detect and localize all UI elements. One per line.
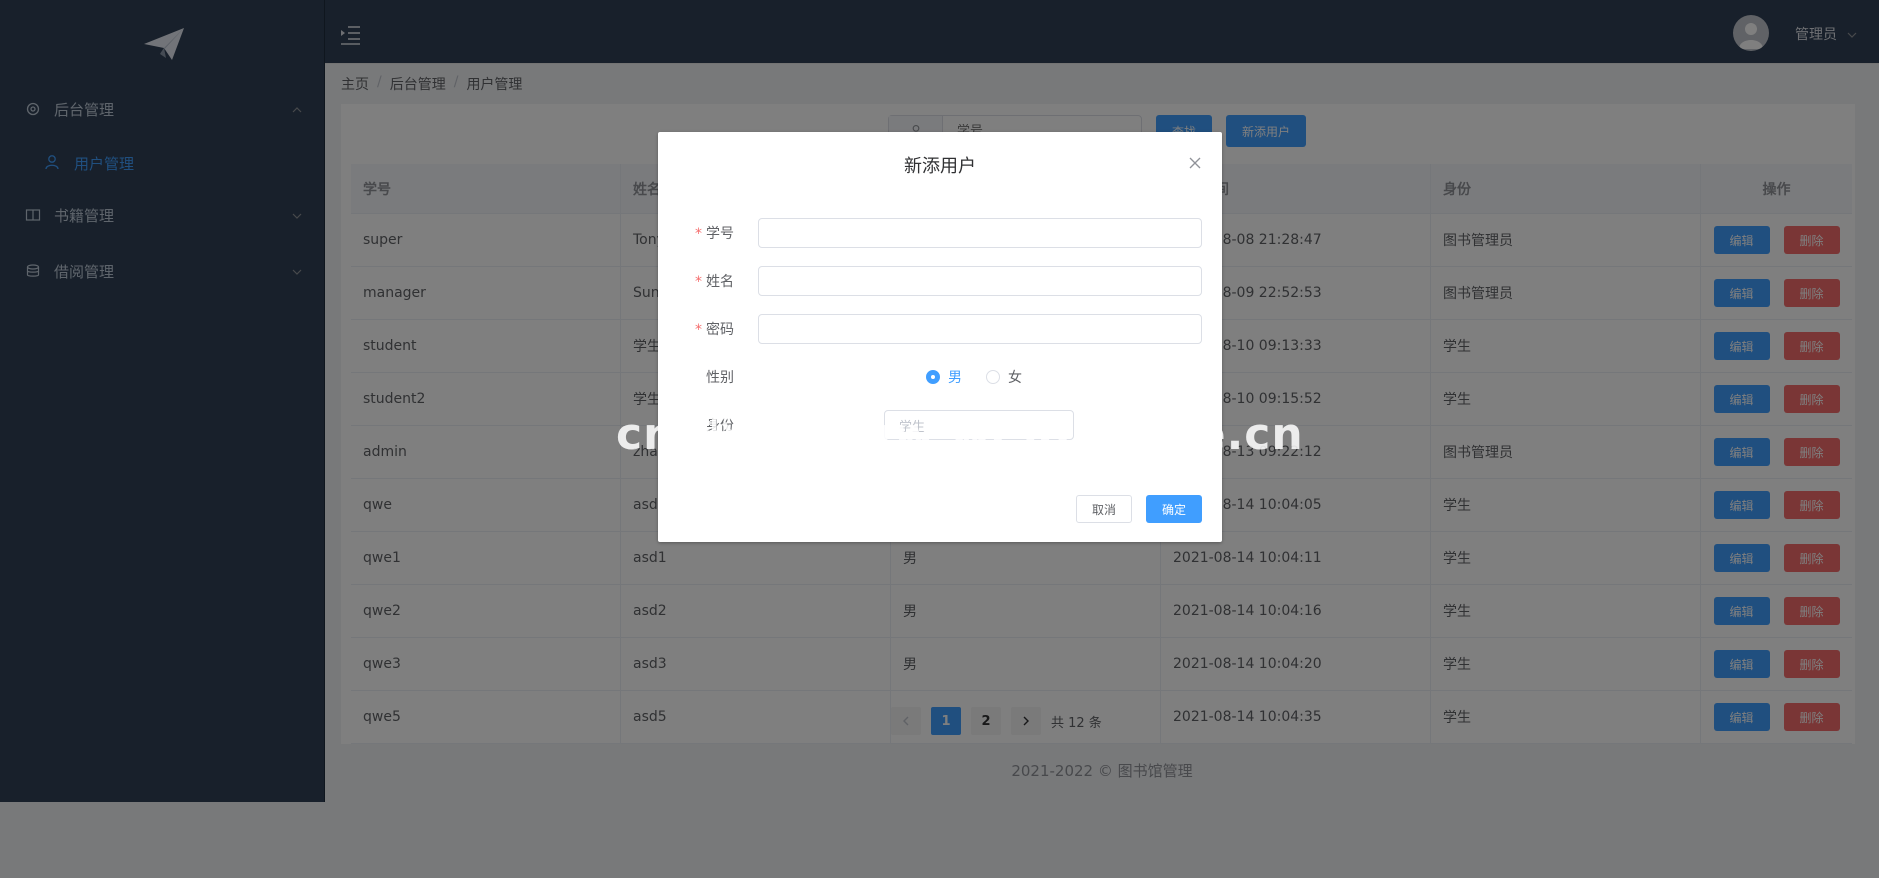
form-row-name: * 姓名 bbox=[658, 266, 1222, 296]
id-field[interactable] bbox=[758, 218, 1202, 248]
password-field[interactable] bbox=[758, 314, 1202, 344]
form-label-id: * 学号 bbox=[695, 226, 734, 242]
radio-checked-icon bbox=[926, 370, 940, 384]
add-user-dialog: 新添用户 * 学号 * 姓名 * 密码 性别 男 女 身份 学生 取消 确定 bbox=[658, 132, 1222, 542]
sex-radio-female[interactable]: 女 bbox=[986, 367, 1022, 387]
watermark-text: cn围观客www.weiguanke.cn bbox=[616, 409, 1304, 460]
form-row-password: * 密码 bbox=[658, 314, 1222, 344]
form-label-password: * 密码 bbox=[695, 322, 734, 338]
cancel-button[interactable]: 取消 bbox=[1076, 495, 1132, 523]
radio-unchecked-icon bbox=[986, 370, 1000, 384]
sex-radio-male[interactable]: 男 bbox=[926, 367, 962, 387]
confirm-button[interactable]: 确定 bbox=[1146, 495, 1202, 523]
form-label-name: * 姓名 bbox=[695, 274, 734, 290]
sex-radio-group: 男 女 bbox=[926, 367, 1022, 387]
form-label-sex: 性别 bbox=[706, 370, 734, 386]
form-row-id: * 学号 bbox=[658, 218, 1222, 248]
dialog-title: 新添用户 bbox=[904, 156, 976, 177]
name-field[interactable] bbox=[758, 266, 1202, 296]
form-row-sex: 性别 男 女 bbox=[658, 362, 1222, 392]
close-icon[interactable] bbox=[1188, 156, 1202, 170]
